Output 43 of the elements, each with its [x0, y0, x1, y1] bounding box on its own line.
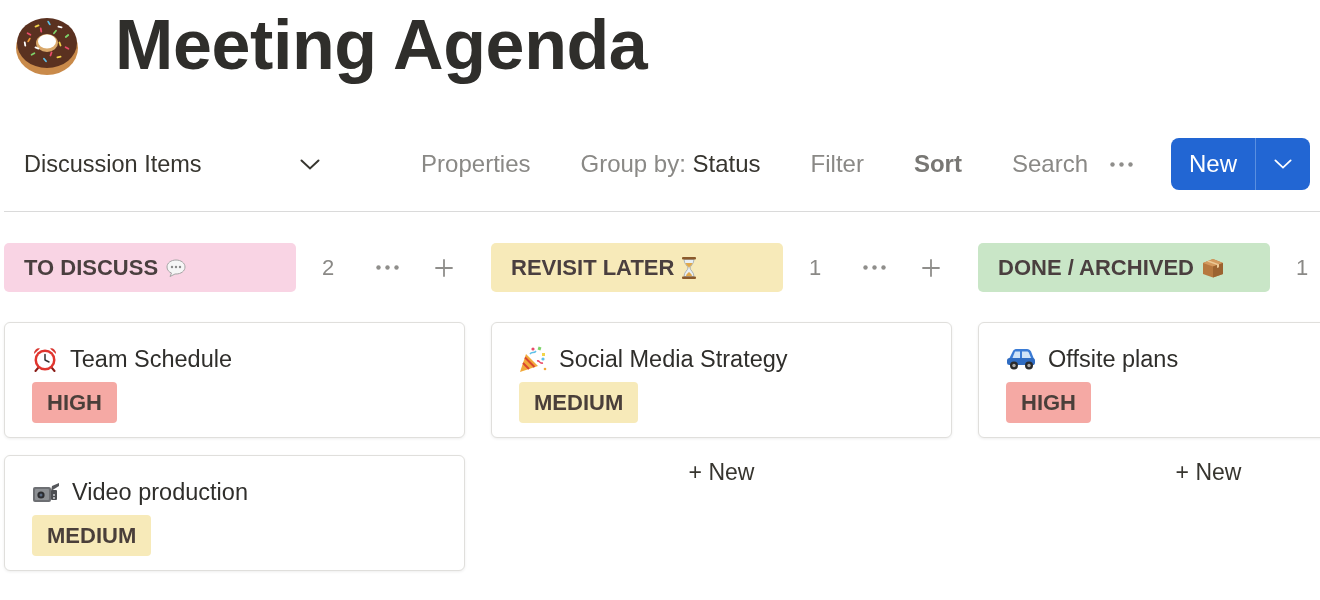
priority-tag: HIGH: [32, 382, 117, 423]
more-icon[interactable]: [1110, 161, 1133, 167]
new-dropdown-button[interactable]: [1255, 138, 1310, 190]
alarm-clock-icon: [32, 346, 58, 372]
chevron-down-icon: [1274, 159, 1292, 169]
item-count: 1: [809, 254, 822, 281]
priority-tag: MEDIUM: [519, 382, 639, 423]
new-button[interactable]: New: [1171, 138, 1255, 190]
chevron-down-icon: [300, 158, 320, 170]
status-title: TO DISCUSS: [24, 254, 159, 281]
status-title: DONE / ARCHIVED: [998, 254, 1194, 281]
plus-icon[interactable]: [922, 258, 941, 277]
add-card-button[interactable]: + New: [688, 459, 755, 486]
video-camera-icon: [32, 480, 60, 504]
card-title: Video production: [72, 478, 248, 506]
priority-tag: HIGH: [1006, 382, 1091, 423]
more-icon[interactable]: [376, 265, 400, 270]
kanban-card[interactable]: Offsite plans HIGH: [978, 322, 1320, 438]
card-title: Team Schedule: [70, 345, 232, 373]
toolbar-button[interactable]: Filter: [810, 150, 864, 178]
item-count: 1: [1296, 254, 1309, 281]
party-popper-icon: [519, 345, 547, 373]
kanban-card[interactable]: Video production MEDIUM: [4, 455, 465, 571]
toolbar-button[interactable]: Properties: [421, 150, 531, 178]
toolbar-button[interactable]: Sort: [913, 150, 962, 178]
status-title: REVISIT LATER: [511, 254, 675, 281]
toolbar-button[interactable]: Search: [1011, 150, 1088, 178]
item-count: 2: [322, 254, 335, 281]
add-card-button[interactable]: + New: [1175, 459, 1242, 486]
card-title: Offsite plans: [1048, 345, 1179, 373]
speech-bubble-icon: [166, 258, 187, 277]
car-icon: [1006, 348, 1036, 370]
kanban-card[interactable]: Social Media Strategy MEDIUM: [491, 322, 952, 438]
box-icon: [1202, 257, 1224, 278]
plus-icon[interactable]: [435, 258, 454, 277]
card-title: Social Media Strategy: [559, 345, 788, 373]
kanban-card[interactable]: Team Schedule HIGH: [4, 322, 465, 438]
toolbar-button[interactable]: Group by: Status: [580, 150, 761, 178]
hourglass-icon: [682, 256, 697, 279]
page-title: Meeting Agenda: [115, 5, 648, 85]
priority-tag: MEDIUM: [32, 515, 152, 556]
view-selector[interactable]: Discussion Items: [24, 144, 322, 184]
more-icon[interactable]: [863, 265, 887, 270]
